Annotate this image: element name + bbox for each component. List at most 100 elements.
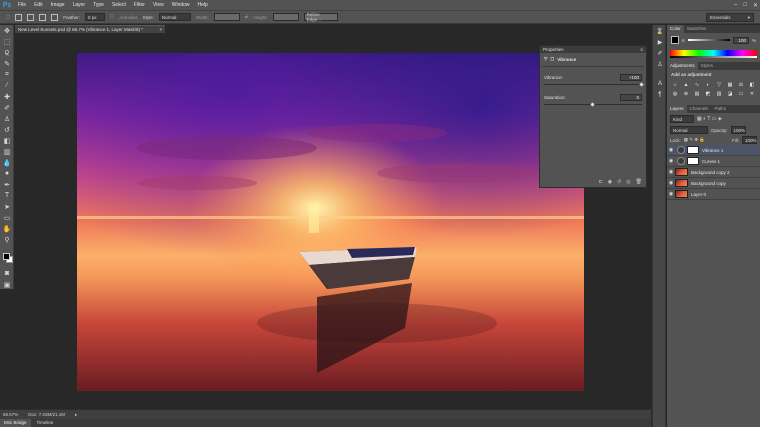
menu-view[interactable]: View xyxy=(149,0,168,10)
hand-tool-icon[interactable]: ✋ xyxy=(0,223,14,234)
clone-source-icon[interactable]: ♙ xyxy=(654,60,666,69)
style-select[interactable]: Normal xyxy=(158,13,191,21)
refine-edge-button[interactable]: Refine Edge... xyxy=(303,12,338,22)
levels-icon[interactable]: ▲ xyxy=(682,81,690,88)
posterize-icon[interactable]: ▥ xyxy=(715,90,723,97)
reset-icon[interactable]: ↺ xyxy=(617,179,621,185)
brush-tool-icon[interactable]: ✐ xyxy=(0,102,14,113)
eye-icon[interactable]: ◉ xyxy=(667,147,675,153)
color-spectrum[interactable] xyxy=(670,50,757,58)
shape-tool-icon[interactable]: ▭ xyxy=(0,212,14,223)
eye-icon[interactable]: ◉ xyxy=(667,158,675,164)
pen-tool-icon[interactable]: ✒ xyxy=(0,179,14,190)
history-icon[interactable]: ⌛ xyxy=(654,27,666,36)
quick-mask-icon[interactable]: ◙ xyxy=(0,268,14,279)
close-button[interactable]: ✕ xyxy=(753,2,758,9)
channel-mixer-icon[interactable]: ⊕ xyxy=(682,90,690,97)
intersect-selection-icon[interactable] xyxy=(51,13,59,21)
selective-color-icon[interactable]: ✕ xyxy=(748,90,756,97)
status-menu-icon[interactable]: ▸ xyxy=(75,412,77,418)
threshold-icon[interactable]: ◪ xyxy=(726,90,734,97)
add-selection-icon[interactable] xyxy=(27,13,35,21)
kind-select[interactable]: Kind xyxy=(670,115,694,123)
view-previous-icon[interactable]: ◉ xyxy=(608,179,612,185)
menu-filter[interactable]: Filter xyxy=(130,0,149,10)
saturation-input[interactable]: 0 xyxy=(620,94,642,101)
maximize-button[interactable]: □ xyxy=(743,2,747,8)
subtract-selection-icon[interactable] xyxy=(39,13,47,21)
actions-icon[interactable]: ▶ xyxy=(654,38,666,47)
exposure-icon[interactable]: ◐ xyxy=(704,81,712,88)
gradient-map-icon[interactable]: ▭ xyxy=(737,90,745,97)
vibrance-slider[interactable] xyxy=(544,82,644,87)
foreground-color-swatch[interactable] xyxy=(3,253,10,260)
fg-color-chip[interactable] xyxy=(671,36,679,44)
paragraph-icon[interactable]: ¶ xyxy=(654,90,666,99)
layer-row[interactable]: ◉ Curves 1 xyxy=(667,156,760,167)
mask-icon[interactable]: ◻ xyxy=(550,56,554,62)
tab-channels[interactable]: Channels xyxy=(687,105,712,113)
saturation-slider[interactable] xyxy=(544,102,642,107)
tab-layers[interactable]: Layers xyxy=(667,105,687,113)
layer-row[interactable]: ◉ Background copy xyxy=(667,178,760,189)
marquee-tool-icon[interactable]: ⬚ xyxy=(0,36,14,47)
layer-mask-thumb[interactable] xyxy=(687,146,699,154)
menu-select[interactable]: Select xyxy=(108,0,130,10)
brush-panel-icon[interactable]: ✐ xyxy=(654,49,666,58)
black-white-icon[interactable]: ◧ xyxy=(748,81,756,88)
document-tab[interactable]: New Level Sunsets.psd @ 66.7% (Vibrance … xyxy=(15,25,165,33)
curves-icon[interactable]: ∿ xyxy=(693,81,701,88)
vibrance-slider-knob[interactable] xyxy=(639,82,644,87)
photo-filter-icon[interactable]: ◍ xyxy=(671,90,679,97)
zoom-tool-icon[interactable]: ⚲ xyxy=(0,234,14,245)
move-tool-icon[interactable]: ✥ xyxy=(0,25,14,36)
invert-icon[interactable]: ◩ xyxy=(704,90,712,97)
lock-icons[interactable]: ▦ ✎ ✥ 🔒 xyxy=(684,137,705,143)
menu-file[interactable]: File xyxy=(14,0,30,10)
vibrance-input[interactable]: +100 xyxy=(620,74,642,81)
clip-layer-icon[interactable]: ⊏ xyxy=(598,179,602,185)
path-select-icon[interactable]: ➤ xyxy=(0,201,14,212)
opacity-input[interactable]: 100% xyxy=(730,126,746,134)
tab-styles[interactable]: Styles xyxy=(698,62,716,70)
quick-select-icon[interactable]: ✎ xyxy=(0,58,14,69)
properties-header[interactable]: Properties ≡ xyxy=(540,46,646,53)
width-input[interactable] xyxy=(213,13,240,21)
close-icon[interactable]: × xyxy=(159,27,162,32)
blur-tool-icon[interactable]: 💧 xyxy=(0,157,14,168)
tab-swatches[interactable]: Swatches xyxy=(684,25,710,33)
swap-icon[interactable]: ⇄ xyxy=(245,14,249,20)
vibrance-adj-icon[interactable]: ▽ xyxy=(715,81,723,88)
marquee-tool-icon[interactable]: ⬚ xyxy=(6,14,10,20)
clone-stamp-icon[interactable]: ♙ xyxy=(0,113,14,124)
tab-timeline[interactable]: Timeline xyxy=(33,419,58,427)
tab-adjustments[interactable]: Adjustments xyxy=(667,62,698,70)
eye-icon[interactable]: ◉ xyxy=(667,180,675,186)
new-selection-icon[interactable] xyxy=(15,13,23,21)
eye-icon[interactable]: ◉ xyxy=(667,191,675,197)
color-lookup-icon[interactable]: ▤ xyxy=(693,90,701,97)
screen-mode-icon[interactable]: ▣ xyxy=(0,279,14,290)
dodge-tool-icon[interactable]: ● xyxy=(0,168,14,179)
eraser-tool-icon[interactable]: ◧ xyxy=(0,135,14,146)
menu-help[interactable]: Help xyxy=(194,0,212,10)
history-brush-icon[interactable]: ↺ xyxy=(0,124,14,135)
lasso-tool-icon[interactable]: ϱ xyxy=(0,47,14,58)
brightness-icon[interactable]: ☼ xyxy=(671,81,679,88)
k-value-input[interactable]: 100 xyxy=(732,36,749,44)
healing-brush-icon[interactable]: ✚ xyxy=(0,91,14,102)
height-input[interactable] xyxy=(272,13,299,21)
workspace-select[interactable]: Essentials ▾ xyxy=(706,13,754,22)
doc-size[interactable]: Doc: 7.03M/21.1M xyxy=(28,412,65,417)
tab-mini-bridge[interactable]: Mini Bridge xyxy=(0,419,31,427)
filter-icons[interactable]: ▦ ◐ T ▭ ◈ xyxy=(697,116,722,122)
tab-paths[interactable]: Paths xyxy=(712,105,730,113)
zoom-level[interactable]: 66.67% xyxy=(3,412,18,417)
menu-type[interactable]: Type xyxy=(89,0,108,10)
panel-menu-icon[interactable]: ≡ xyxy=(640,47,643,52)
type-tool-icon[interactable]: T xyxy=(0,190,14,201)
saturation-slider-knob[interactable] xyxy=(590,102,595,107)
layer-row[interactable]: ◉ Background copy 2 xyxy=(667,167,760,178)
color-balance-icon[interactable]: ⚖ xyxy=(737,81,745,88)
crop-tool-icon[interactable]: ⌗ xyxy=(0,69,14,80)
